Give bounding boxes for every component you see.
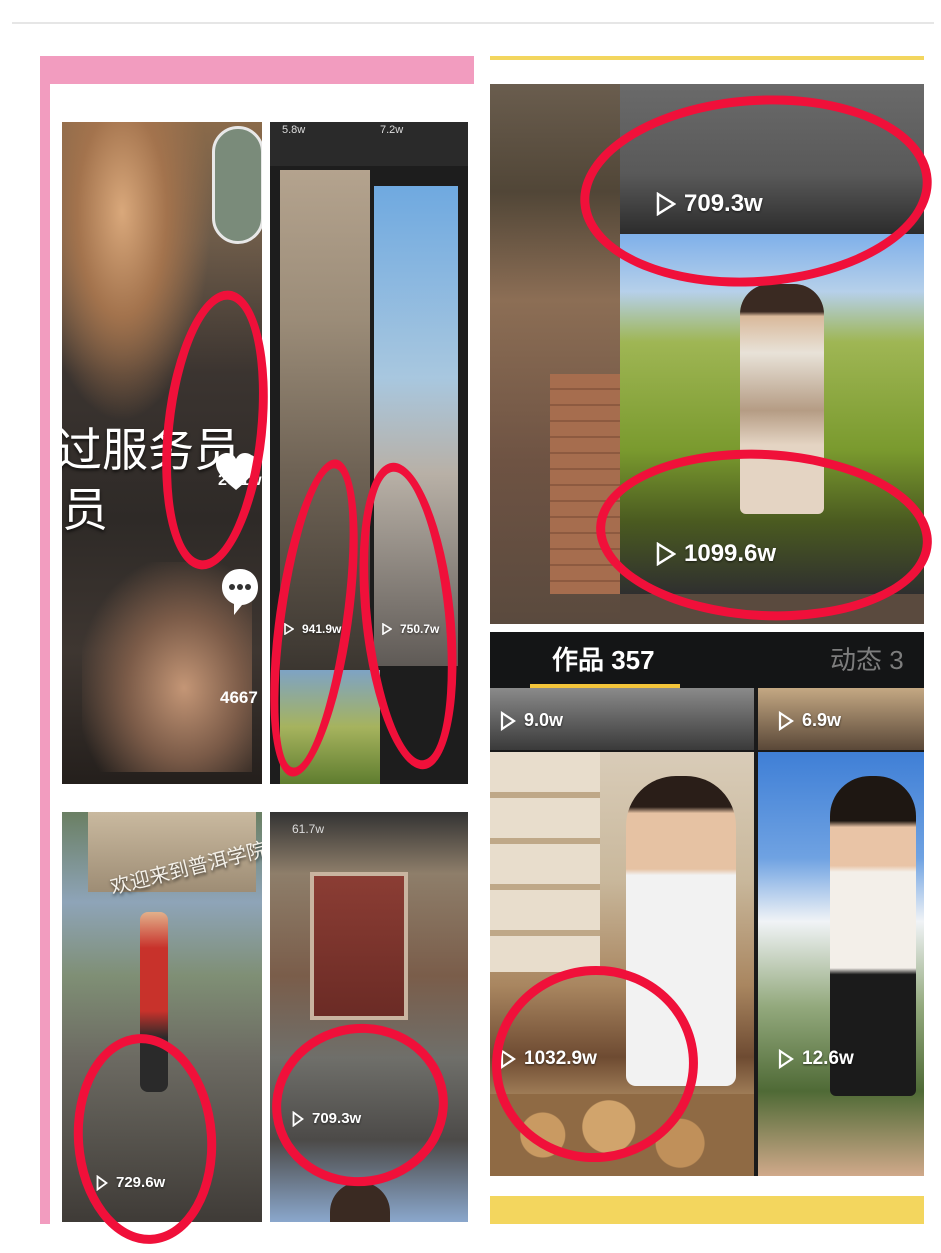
- person-photo: [330, 1182, 390, 1222]
- left-panel-pink-edge: [40, 56, 50, 1224]
- views-badge: 9.0w: [500, 710, 563, 731]
- video-tile-grid-1[interactable]: 9.0w: [490, 688, 754, 750]
- profile-tab-bar: 作品 357 动态 3: [490, 632, 924, 688]
- video-tile-grid-2[interactable]: 6.9w: [758, 688, 924, 750]
- video-tile-grid-4[interactable]: 12.6w: [758, 752, 924, 1176]
- tab-dynamic[interactable]: 动态 3: [830, 640, 904, 677]
- grid-top-right-count: 7.2w: [380, 124, 404, 136]
- right-panel-gold-line: [490, 56, 924, 60]
- comment-count: 4667: [220, 688, 258, 707]
- right-panel-gold-footer: [490, 1196, 924, 1224]
- play-icon: [778, 1049, 794, 1069]
- play-icon: [778, 710, 794, 731]
- views-badge: 6.9w: [778, 710, 841, 731]
- door-photo: [310, 872, 408, 1020]
- views-badge: 12.6w: [778, 1048, 854, 1070]
- grid-top-left-count: 5.8w: [282, 124, 306, 136]
- top-count: 61.7w: [292, 822, 325, 836]
- play-icon: [500, 710, 516, 731]
- comment-icon[interactable]: [220, 567, 260, 619]
- caption-line-2: 员: [62, 484, 108, 536]
- shelf-photo: [490, 752, 600, 972]
- left-panel-pink-bar: [40, 56, 474, 84]
- avatar[interactable]: [212, 126, 262, 244]
- tab-works[interactable]: 作品 357: [552, 640, 655, 677]
